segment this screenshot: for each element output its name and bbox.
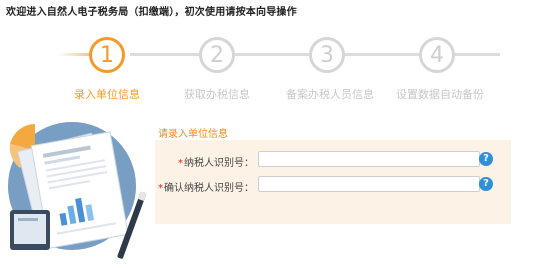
taxpayer-id-label: *纳税人识别号： <box>178 154 254 169</box>
document-illustration <box>0 110 150 264</box>
wizard-step-2-label[interactable]: 获取办税信息 <box>184 86 250 102</box>
wizard-step-1-circle[interactable]: 1 <box>89 37 125 73</box>
confirm-taxpayer-id-row: *确认纳税人识别号： ? <box>155 176 511 194</box>
wizard-step-2-circle[interactable]: 2 <box>199 37 235 73</box>
form-title: 请录入单位信息 <box>158 129 228 140</box>
welcome-text: 欢迎进入自然人电子税务局（扣缴端），初次使用请按本向导操作 <box>6 7 297 18</box>
wizard-step-1-label[interactable]: 录入单位信息 <box>74 86 140 102</box>
help-icon[interactable]: ? <box>479 152 493 166</box>
confirm-taxpayer-id-label: *确认纳税人识别号： <box>158 179 254 194</box>
wizard-step-4-circle[interactable]: 4 <box>419 37 455 73</box>
wizard-step-3-circle[interactable]: 3 <box>309 37 345 73</box>
required-mark: * <box>178 158 183 169</box>
taxpayer-id-input[interactable] <box>258 151 480 167</box>
confirm-taxpayer-id-label-text: 确认纳税人识别号： <box>164 183 254 194</box>
wizard-step-3-label[interactable]: 备案办税人员信息 <box>286 86 374 102</box>
taxpayer-id-label-text: 纳税人识别号： <box>184 158 254 169</box>
confirm-taxpayer-id-input[interactable] <box>258 176 480 192</box>
form-panel: *纳税人识别号： ? *确认纳税人识别号： ? <box>155 140 511 224</box>
taxpayer-id-row: *纳税人识别号： ? <box>155 151 511 169</box>
wizard-step-4-label[interactable]: 设置数据自动备份 <box>396 86 484 102</box>
required-mark: * <box>158 183 163 194</box>
report-illustration-icon <box>8 122 147 259</box>
help-icon[interactable]: ? <box>479 177 493 191</box>
